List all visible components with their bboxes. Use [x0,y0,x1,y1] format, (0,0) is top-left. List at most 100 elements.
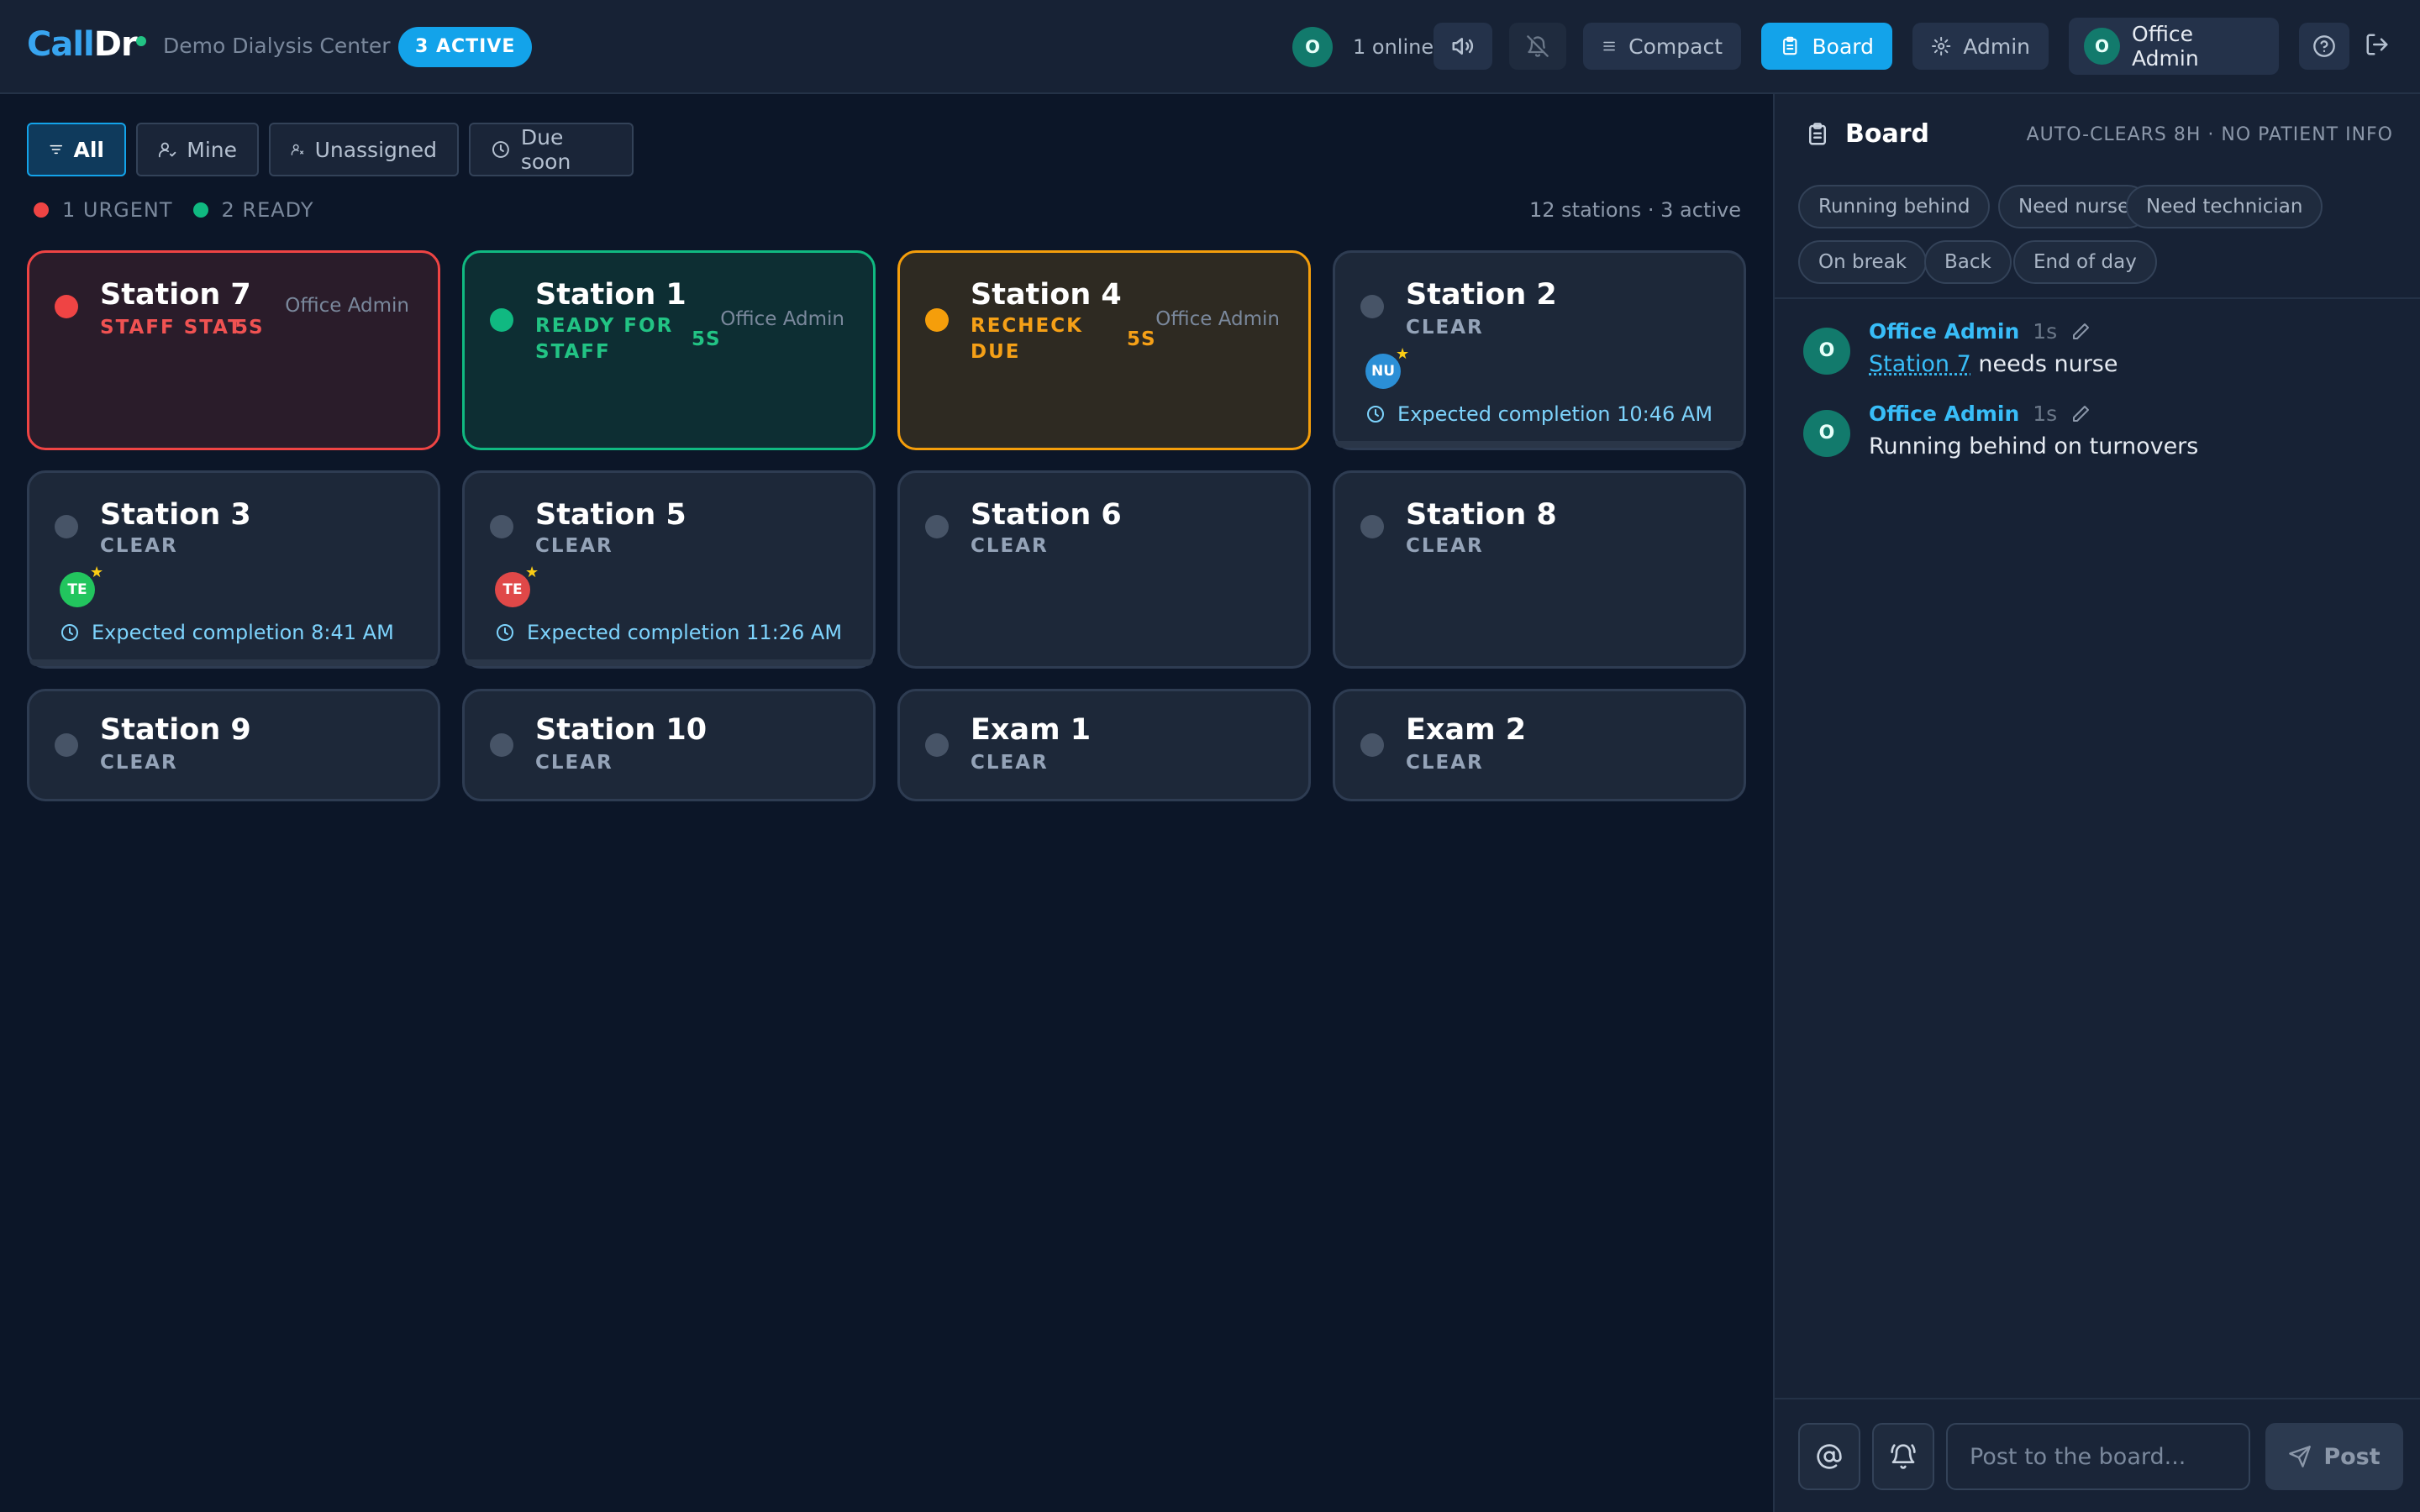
center-name: Demo Dialysis Center [163,34,391,58]
quick-chip-back[interactable]: Back [1924,240,2012,284]
urgent-dot [34,202,49,218]
station-name: Exam 1 [971,713,1092,747]
clipboard-icon [1783,36,1797,55]
station-card-station-9[interactable]: Station 9 CLEAR [27,689,440,801]
status-dot [925,308,949,332]
filter-mine-label: Mine [187,137,237,162]
assigned-owner: Office Admin [720,308,844,330]
bell-off-icon [1527,35,1549,57]
mention-button[interactable] [1798,1423,1860,1490]
board-view-button[interactable]: Board [1761,23,1892,70]
user-check-icon [158,142,176,158]
user-menu-button[interactable]: O Office Admin [2069,18,2279,75]
filter-due-soon[interactable]: Due soon [469,123,634,176]
station-link[interactable]: Station 7 [1869,351,1971,377]
composer-divider [1775,1398,2420,1399]
sound-toggle-button[interactable] [1434,23,1492,70]
assigned-owner: Office Admin [285,295,409,317]
station-status: RECHECK DUE [971,315,1083,363]
message-header: Office Admin 1s [1869,319,2091,344]
help-button[interactable] [2299,23,2349,70]
message-avatar: O [1803,328,1850,375]
filter-due-soon-label: Due soon [520,125,571,174]
station-card-station-2[interactable]: Station 2 CLEAR NU ★ Expected completion… [1333,250,1746,450]
gear-icon [1932,36,1951,56]
station-name: Station 10 [535,713,708,747]
expected-completion: Expected completion 8:41 AM [60,621,394,644]
station-status: CLEAR [1406,752,1484,774]
status-dot [55,515,78,538]
edit-pencil-icon[interactable] [2070,322,2091,342]
active-count-badge: 3 ACTIVE [398,27,533,67]
filter-all[interactable]: All [27,123,126,176]
filter-mine[interactable]: Mine [136,123,259,176]
status-dot [925,733,949,757]
panel-divider [1775,297,2420,299]
quick-chip-need-technician[interactable]: Need technician [2126,185,2323,228]
station-card-station-7[interactable]: Station 7 STAFF STAT 5S Office Admin [27,250,440,450]
filter-unassigned[interactable]: Unassigned [269,123,459,176]
bell-ring-icon [1891,1444,1916,1469]
status-dot [490,733,513,757]
card-progress-track [465,659,873,666]
station-name: Station 2 [1406,278,1557,312]
at-sign-icon [1817,1444,1842,1469]
edit-pencil-icon[interactable] [2070,404,2091,424]
status-dot [1360,295,1384,318]
board-post-input[interactable] [1946,1423,2250,1490]
station-card-exam-2[interactable]: Exam 2 CLEAR [1333,689,1746,801]
station-card-station-8[interactable]: Station 8 CLEAR [1333,470,1746,669]
user-name: Office Admin [2132,22,2199,71]
quick-chip-end-of-day[interactable]: End of day [2013,240,2157,284]
station-card-station-10[interactable]: Station 10 CLEAR [462,689,876,801]
elapsed-time: 5S [234,317,264,339]
compact-view-button[interactable]: Compact [1583,23,1741,70]
station-name: Station 9 [100,713,251,747]
station-status: CLEAR [100,752,178,774]
station-card-station-6[interactable]: Station 6 CLEAR [897,470,1311,669]
message-author: Office Admin [1869,319,2020,344]
message-body: needs nurse [1970,351,2118,377]
expected-completion: Expected completion 10:46 AM [1365,402,1712,426]
quick-chip-running-behind[interactable]: Running behind [1798,185,1991,228]
station-card-exam-1[interactable]: Exam 1 CLEAR [897,689,1311,801]
station-status: CLEAR [971,752,1049,774]
board-label: Board [1812,34,1874,59]
legend-ready-label: 2 READY [221,198,314,222]
station-status: CLEAR [535,535,613,557]
station-card-station-4[interactable]: Station 4 RECHECK DUE 5S Office Admin [897,250,1311,450]
alert-post-button[interactable] [1872,1423,1934,1490]
expected-completion-text: Expected completion 10:46 AM [1397,402,1713,426]
message-header: Office Admin 1s [1869,402,2091,426]
board-panel-title: Board [1805,119,1929,149]
star-icon: ★ [525,564,539,581]
post-button[interactable]: Post [2265,1423,2403,1490]
admin-button[interactable]: Admin [1912,23,2049,70]
message-text: Running behind on turnovers [1869,433,2199,459]
quick-chip-on-break[interactable]: On break [1798,240,1928,284]
station-status: STAFF STAT [100,317,243,339]
app-logo[interactable]: CallDr [27,25,138,64]
message-text: Station 7 needs nurse [1869,351,2118,377]
station-card-station-1[interactable]: Station 1 READY FOR STAFF 5S Office Admi… [462,250,876,450]
message-time: 1s [2033,402,2058,426]
card-progress-track [1335,441,1744,448]
notifications-toggle-button[interactable] [1509,23,1566,70]
legend-urgent: 1 URGENT [34,198,173,222]
board-note: AUTO-CLEARS 8H · NO PATIENT INFO [2026,124,2393,145]
expected-completion-text: Expected completion 11:26 AM [527,621,843,644]
filter-lines-icon [50,144,63,155]
admin-label: Admin [1963,34,2030,59]
station-status: CLEAR [971,535,1049,557]
elapsed-time: 5S [1127,328,1156,350]
logout-button[interactable] [2365,32,2390,57]
message-avatar: O [1803,410,1850,457]
status-dot [490,308,513,332]
station-card-station-5[interactable]: Station 5 CLEAR TE ★ Expected completion… [462,470,876,669]
app-header: CallDr Demo Dialysis Center 3 ACTIVE O 1… [0,0,2420,94]
station-card-station-3[interactable]: Station 3 CLEAR TE ★ Expected completion… [27,470,440,669]
connection-status-dot [136,36,146,46]
logo-text-dr: Dr [93,25,138,64]
clock-icon [1367,406,1384,423]
help-icon [2313,35,2335,57]
